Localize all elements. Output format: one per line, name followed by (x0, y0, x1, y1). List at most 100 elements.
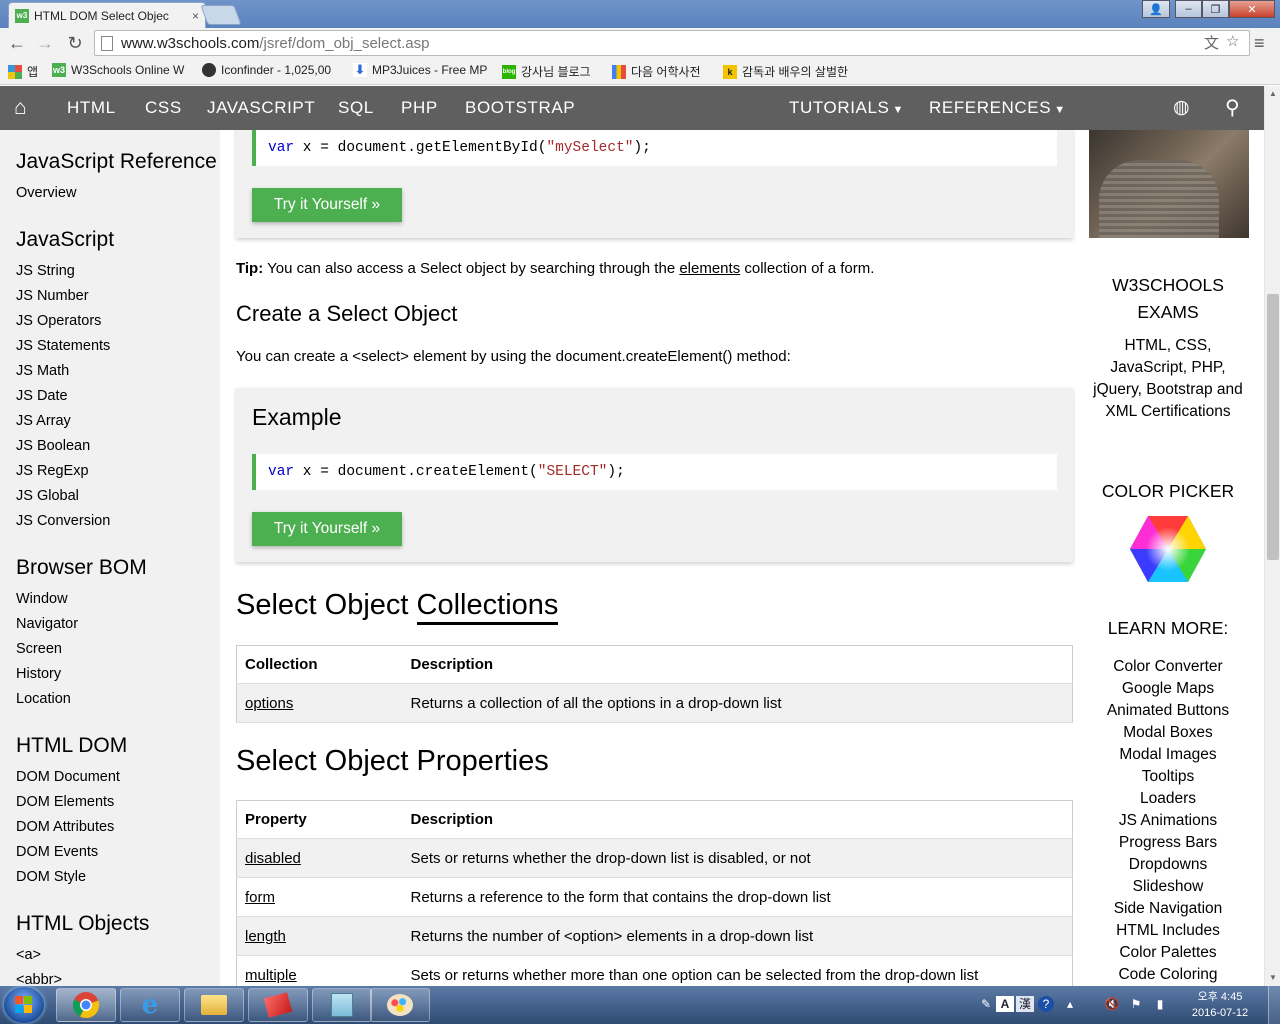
nav-references[interactable]: REFERENCES ▼ (929, 86, 1066, 130)
ime-a-icon[interactable]: A (996, 996, 1014, 1012)
sidebar-item-dom-elements[interactable]: DOM Elements (16, 794, 114, 810)
nav-css[interactable]: CSS (145, 86, 182, 130)
browser-tab[interactable]: w3 HTML DOM Select Objec × (8, 2, 206, 28)
sidebar-item-navigator[interactable]: Navigator (16, 616, 78, 632)
close-window-button[interactable]: ✕ (1229, 0, 1275, 18)
sidebar-item-dom-attributes[interactable]: DOM Attributes (16, 819, 114, 835)
vertical-scrollbar[interactable]: ▲ ▼ (1264, 86, 1280, 986)
sidebar-item-history[interactable]: History (16, 666, 61, 682)
sidebar-item-window[interactable]: Window (16, 591, 68, 607)
bookmark-w3schools[interactable]: w3 W3Schools Online W (52, 63, 184, 77)
new-tab-button[interactable] (200, 5, 242, 25)
keyboard-tray-icon[interactable]: ✎ (978, 996, 994, 1012)
nav-html[interactable]: HTML (67, 86, 116, 130)
nav-php[interactable]: PHP (401, 86, 438, 130)
nav-javascript[interactable]: JAVASCRIPT (207, 86, 315, 130)
link-color-palettes[interactable]: Color Palettes (1088, 944, 1248, 962)
bookmark-apps[interactable]: 앱 (8, 63, 38, 80)
scroll-down-arrow-icon[interactable]: ▼ (1265, 970, 1280, 986)
address-bar[interactable]: www.w3schools.com/jsref/dom_obj_select.a… (94, 30, 1250, 56)
network-icon[interactable]: ▮ (1152, 996, 1168, 1012)
sidebar-item-js-statements[interactable]: JS Statements (16, 338, 110, 354)
link-html-includes[interactable]: HTML Includes (1088, 922, 1248, 940)
link-modal-boxes[interactable]: Modal Boxes (1088, 724, 1248, 742)
link-progress-bars[interactable]: Progress Bars (1088, 834, 1248, 852)
link-modal-images[interactable]: Modal Images (1088, 746, 1248, 764)
translate-icon[interactable]: 文 (1204, 32, 1219, 53)
forward-icon[interactable]: → (34, 32, 56, 54)
scrollbar-thumb[interactable] (1267, 294, 1279, 560)
taskbar-app-red[interactable] (248, 988, 308, 1022)
start-button[interactable] (4, 987, 44, 1023)
form-link[interactable]: form (236, 877, 403, 917)
elements-link[interactable]: elements (679, 260, 740, 277)
sidebar-item-js-boolean[interactable]: JS Boolean (16, 438, 90, 454)
maximize-button[interactable]: ❐ (1202, 0, 1229, 18)
nav-tutorials[interactable]: TUTORIALS ▼ (789, 86, 904, 130)
ime-hanja-icon[interactable]: 漢 (1016, 996, 1034, 1012)
bookmark-k[interactable]: k 감독과 배우의 살벌한 (723, 63, 848, 80)
user-profile-icon[interactable]: 👤 (1142, 0, 1170, 18)
nav-sql[interactable]: SQL (338, 86, 374, 130)
taskbar-ie[interactable]: e (120, 988, 180, 1022)
tray-expand-icon[interactable]: ▴ (1062, 996, 1078, 1012)
sidebar-item-dom-events[interactable]: DOM Events (16, 844, 98, 860)
sidebar-item-js-array[interactable]: JS Array (16, 413, 71, 429)
advertisement-image[interactable] (1089, 130, 1249, 238)
multiple-link[interactable]: multiple (236, 955, 403, 986)
bookmark-blog[interactable]: blog 강사님 블로그 (502, 63, 591, 80)
link-color-converter[interactable]: Color Converter (1088, 658, 1248, 676)
sidebar-item-js-number[interactable]: JS Number (16, 288, 89, 304)
reload-icon[interactable]: ↻ (64, 32, 86, 54)
sidebar-item-js-operators[interactable]: JS Operators (16, 313, 101, 329)
taskbar-explorer[interactable] (184, 988, 244, 1022)
sidebar-item-a[interactable]: <a> (16, 947, 41, 963)
sidebar-item-dom-style[interactable]: DOM Style (16, 869, 86, 885)
sidebar-item-js-regexp[interactable]: JS RegExp (16, 463, 89, 479)
bookmark-star-icon[interactable]: ☆ (1226, 32, 1239, 50)
sidebar-item-screen[interactable]: Screen (16, 641, 62, 657)
action-center-flag-icon[interactable]: ⚑ (1128, 996, 1144, 1012)
show-desktop-button[interactable] (1268, 986, 1280, 1024)
minimize-button[interactable]: ‒ (1175, 0, 1202, 18)
link-code-coloring[interactable]: Code Coloring (1088, 966, 1248, 984)
tab-close-icon[interactable]: × (192, 9, 199, 23)
link-js-animations[interactable]: JS Animations (1088, 812, 1248, 830)
volume-muted-icon[interactable]: 🔇 (1104, 996, 1120, 1012)
link-google-maps[interactable]: Google Maps (1088, 680, 1248, 698)
disabled-link[interactable]: disabled (236, 838, 403, 878)
globe-icon[interactable]: ◍ (1173, 86, 1190, 130)
exams-text[interactable]: HTML, CSS, JavaScript, PHP, jQuery, Boot… (1088, 335, 1248, 423)
sidebar-item-js-conversion[interactable]: JS Conversion (16, 513, 110, 529)
scroll-up-arrow-icon[interactable]: ▲ (1265, 86, 1280, 102)
back-icon[interactable]: ← (6, 32, 28, 54)
try-it-yourself-button[interactable]: Try it Yourself » (252, 512, 402, 546)
chrome-menu-icon[interactable]: ≡ (1254, 33, 1265, 54)
exams-heading[interactable]: W3SCHOOLS EXAMS (1088, 272, 1248, 326)
bookmark-iconfinder[interactable]: Iconfinder - 1,025,00 (202, 63, 331, 77)
help-icon[interactable]: ? (1038, 996, 1054, 1012)
taskbar-chrome[interactable] (56, 988, 116, 1022)
color-hexagon-icon[interactable] (1128, 514, 1208, 584)
link-side-navigation[interactable]: Side Navigation (1088, 900, 1248, 918)
system-clock[interactable]: 오후 4:45 2016-07-12 (1186, 989, 1254, 1021)
sidebar-item-dom-document[interactable]: DOM Document (16, 769, 120, 785)
sidebar-item-location[interactable]: Location (16, 691, 71, 707)
home-icon[interactable]: ⌂ (14, 86, 27, 130)
link-dropdowns[interactable]: Dropdowns (1088, 856, 1248, 874)
sidebar-item-js-string[interactable]: JS String (16, 263, 75, 279)
sidebar-item-js-global[interactable]: JS Global (16, 488, 79, 504)
sidebar-item-overview[interactable]: Overview (16, 185, 76, 201)
nav-bootstrap[interactable]: BOOTSTRAP (465, 86, 575, 130)
link-animated-buttons[interactable]: Animated Buttons (1088, 702, 1248, 720)
bookmark-daum[interactable]: 다음 어학사전 (612, 63, 701, 80)
sidebar-item-abbr[interactable]: <abbr> (16, 972, 62, 986)
link-slideshow[interactable]: Slideshow (1088, 878, 1248, 896)
length-link[interactable]: length (236, 916, 403, 956)
try-it-yourself-button[interactable]: Try it Yourself » (252, 188, 402, 222)
link-tooltips[interactable]: Tooltips (1088, 768, 1248, 786)
options-link[interactable]: options (236, 683, 403, 723)
sidebar-item-js-date[interactable]: JS Date (16, 388, 68, 404)
link-loaders[interactable]: Loaders (1088, 790, 1248, 808)
sidebar-item-js-math[interactable]: JS Math (16, 363, 69, 379)
